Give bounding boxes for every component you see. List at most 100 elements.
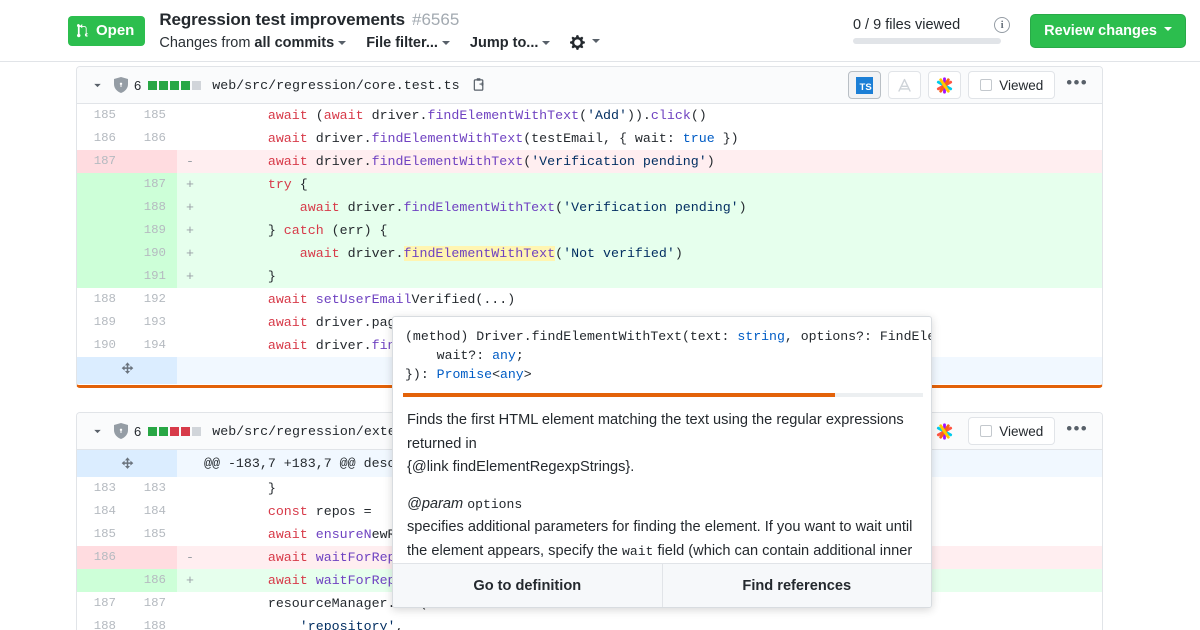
line-number-old bbox=[77, 173, 127, 196]
expand-diff-button[interactable] bbox=[77, 357, 177, 384]
diff-code: try { bbox=[203, 173, 1102, 196]
kebab-menu-icon[interactable]: ••• bbox=[1062, 420, 1092, 443]
expand-diff-icon[interactable] bbox=[120, 361, 135, 376]
status-badge-open: Open bbox=[68, 15, 146, 46]
blame-icon[interactable] bbox=[888, 71, 922, 99]
changes-from-value: all commits bbox=[254, 34, 335, 51]
file-header-actions: TS Viewed ••• bbox=[848, 71, 1092, 99]
diff-code: 'repository', bbox=[203, 615, 1102, 630]
diff-line-ctx[interactable]: 188 188 'repository', bbox=[77, 615, 1102, 630]
diff-sign bbox=[177, 311, 203, 334]
code-intel-hover-card: (method) Driver.findElementWithText(text… bbox=[392, 316, 932, 608]
page-title: Regression test improvements #6565 bbox=[159, 10, 600, 30]
diff-code: await setUserEmailVerified(...) bbox=[203, 288, 1102, 311]
shield-icon bbox=[114, 77, 128, 93]
line-number-new: 188 bbox=[127, 196, 177, 219]
review-changes-button[interactable]: Review changes bbox=[1030, 13, 1186, 48]
chevron-down-icon bbox=[1164, 26, 1172, 31]
sourcegraph-icon[interactable] bbox=[928, 417, 961, 445]
expand-diff-icon[interactable] bbox=[120, 456, 135, 471]
diff-code: await driver.findElementWithText(testEma… bbox=[203, 127, 1102, 150]
diff-sign: + bbox=[177, 196, 203, 219]
copy-path-icon[interactable] bbox=[472, 77, 487, 93]
line-number-old: 189 bbox=[77, 311, 127, 334]
pull-request-number: #6565 bbox=[412, 9, 460, 29]
line-number-old: 187 bbox=[77, 592, 127, 615]
diff-sign: + bbox=[177, 569, 203, 592]
line-number-new: 186 bbox=[127, 127, 177, 150]
hover-param-desc-2: field (which can contain additional inne… bbox=[653, 542, 913, 559]
line-number-new: 191 bbox=[127, 265, 177, 288]
hover-signature-line: }): Promise<any> bbox=[405, 367, 532, 382]
chevron-down-icon bbox=[592, 38, 601, 43]
hover-param-desc-mono: wait bbox=[621, 543, 654, 559]
diff-code: } bbox=[203, 265, 1102, 288]
diff-sign: + bbox=[177, 173, 203, 196]
diff-line-add[interactable]: 189 + } catch (err) { bbox=[77, 219, 1102, 242]
line-number-new: 188 bbox=[127, 615, 177, 630]
changes-from-dropdown[interactable]: Changes from all commits bbox=[159, 34, 347, 51]
line-number-new: 194 bbox=[127, 334, 177, 357]
diff-sign: - bbox=[177, 546, 203, 569]
info-icon[interactable]: i bbox=[994, 17, 1011, 33]
diff-line-add[interactable]: 187 + try { bbox=[77, 173, 1102, 196]
hover-signature-line: (method) Driver.findElementWithText(text… bbox=[405, 329, 931, 344]
file-header: 6 web/src/regression/core.test.ts TS Vie… bbox=[77, 67, 1102, 104]
diff-stat-bar bbox=[148, 426, 202, 436]
diff-line-ctx[interactable]: 186 186 await driver.findElementWithText(… bbox=[77, 127, 1102, 150]
hover-param-tag: @param bbox=[407, 495, 464, 512]
diff-line-ctx[interactable]: 188 192 await setUserEmailVerified(...) bbox=[77, 288, 1102, 311]
files-changed-list: 6 web/src/regression/core.test.ts TS Vie… bbox=[0, 62, 1200, 630]
diff-stat-bar bbox=[148, 80, 202, 90]
line-number-old: 186 bbox=[77, 127, 127, 150]
line-number-old: 186 bbox=[77, 546, 127, 569]
viewed-label: Viewed bbox=[999, 423, 1044, 439]
file-path[interactable]: web/src/regression/exter bbox=[212, 424, 404, 439]
chevron-down-icon[interactable] bbox=[91, 79, 104, 92]
line-number-old: 188 bbox=[77, 615, 127, 630]
typescript-badge-label: TS bbox=[856, 76, 874, 94]
chevron-down-icon bbox=[338, 40, 347, 45]
find-references-button[interactable]: Find references bbox=[661, 564, 932, 607]
line-number-new: 189 bbox=[127, 219, 177, 242]
expand-diff-button[interactable] bbox=[77, 450, 177, 477]
hover-horizontal-scrollbar[interactable] bbox=[403, 393, 923, 397]
kebab-menu-icon[interactable]: ••• bbox=[1062, 74, 1092, 97]
line-number-new: 190 bbox=[127, 242, 177, 265]
pull-request-icon bbox=[77, 23, 89, 38]
gear-icon bbox=[570, 35, 586, 51]
diff-sign: + bbox=[177, 265, 203, 288]
file-filter-dropdown[interactable]: File filter... bbox=[366, 35, 450, 51]
line-number-old bbox=[77, 569, 127, 592]
checkbox-icon bbox=[980, 79, 993, 91]
viewed-checkbox[interactable]: Viewed bbox=[968, 417, 1056, 445]
diff-sign bbox=[177, 615, 203, 630]
diff-stat-count: 6 bbox=[134, 423, 142, 439]
diff-sign: + bbox=[177, 219, 203, 242]
chevron-down-icon bbox=[441, 40, 450, 45]
go-to-definition-button[interactable]: Go to definition bbox=[393, 564, 662, 607]
jump-to-dropdown[interactable]: Jump to... bbox=[470, 35, 551, 51]
file-path[interactable]: web/src/regression/core.test.ts bbox=[212, 78, 459, 93]
line-number-old bbox=[77, 196, 127, 219]
diff-line-add[interactable]: 190 + await driver.findElementWithText('N… bbox=[77, 242, 1102, 265]
chevron-down-icon[interactable] bbox=[91, 425, 104, 438]
hover-documentation: Finds the first HTML element matching th… bbox=[393, 397, 931, 563]
diff-sign bbox=[177, 127, 203, 150]
sourcegraph-icon[interactable] bbox=[928, 71, 962, 99]
status-badge-label: Open bbox=[96, 22, 135, 39]
diff-sign bbox=[177, 477, 203, 500]
diff-sign bbox=[177, 450, 203, 477]
diff-line-ctx[interactable]: 185 185 await (await driver.findElementWi… bbox=[77, 104, 1102, 127]
diff-line-del[interactable]: 187 - await driver.findElementWithText('V… bbox=[77, 150, 1102, 173]
viewed-checkbox[interactable]: Viewed bbox=[968, 71, 1056, 99]
diff-sign bbox=[177, 357, 203, 384]
line-number-new: 185 bbox=[127, 523, 177, 546]
typescript-badge-icon[interactable]: TS bbox=[848, 71, 882, 99]
line-number-old: 185 bbox=[77, 104, 127, 127]
checkbox-icon bbox=[980, 425, 993, 437]
hover-doc-paragraph: Finds the first HTML element matching th… bbox=[407, 409, 917, 480]
diff-line-add[interactable]: 188 + await driver.findElementWithText('V… bbox=[77, 196, 1102, 219]
diff-line-add[interactable]: 191 + } bbox=[77, 265, 1102, 288]
diff-settings-dropdown[interactable] bbox=[570, 34, 601, 51]
